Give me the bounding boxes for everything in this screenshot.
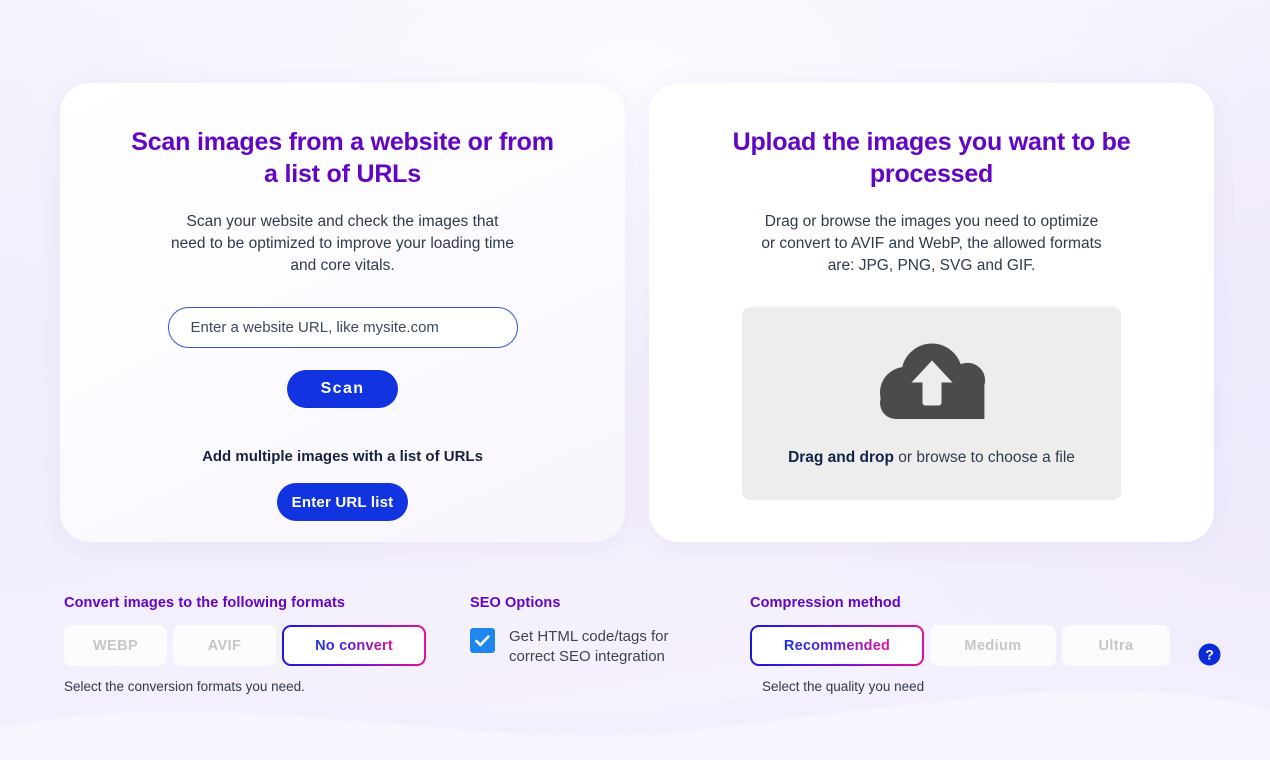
scan-card: Scan images from a website or from a lis… <box>60 83 625 542</box>
upload-card: Upload the images you want to be process… <box>649 83 1214 542</box>
compression-button-recommended-label: Recommended <box>783 637 891 654</box>
format-button-no-convert[interactable]: No convert <box>282 625 426 666</box>
seo-checkbox-label: Get HTML code/tags for correct SEO integ… <box>509 628 669 666</box>
help-circle-icon[interactable]: ? <box>1198 643 1221 666</box>
dropzone-text-rest: or browse to choose a file <box>893 449 1075 466</box>
check-icon <box>475 634 490 646</box>
dropzone-text: Drag and drop or browse to choose a file <box>788 449 1075 467</box>
compression-method-heading: Compression method <box>750 595 901 611</box>
svg-text:?: ? <box>1205 647 1214 663</box>
compression-button-recommended[interactable]: Recommended <box>750 625 924 666</box>
options-bar: Convert images to the following formats … <box>64 595 1226 694</box>
format-button-webp[interactable]: WEBP <box>64 625 167 666</box>
upload-card-title: Upload the images you want to be process… <box>732 128 1131 188</box>
compression-method-group: Compression method Recommended Medium Ul… <box>750 595 1226 694</box>
format-button-no-convert-label: No convert <box>315 637 393 654</box>
dropzone-text-bold: Drag and drop <box>788 449 894 466</box>
scan-button[interactable]: Scan <box>287 370 398 408</box>
page-root: Scan images from a website or from a lis… <box>0 0 1270 760</box>
seo-options-heading: SEO Options <box>470 595 561 611</box>
format-button-no-convert-inner: No convert <box>284 627 424 664</box>
compression-method-hint: Select the quality you need <box>762 679 925 694</box>
add-multiple-label: Add multiple images with a list of URLs <box>202 448 483 465</box>
convert-formats-buttons: WEBP AVIF No convert <box>64 625 470 666</box>
convert-formats-heading: Convert images to the following formats <box>64 595 346 611</box>
cloud-upload-icon <box>878 342 986 425</box>
cards-row: Scan images from a website or from a lis… <box>60 83 1214 542</box>
scan-card-description: Scan your website and check the images t… <box>171 213 514 274</box>
convert-formats-group: Convert images to the following formats … <box>64 595 470 694</box>
format-button-avif[interactable]: AVIF <box>173 625 276 666</box>
seo-checkbox-row[interactable]: Get HTML code/tags for correct SEO integ… <box>470 627 750 668</box>
scan-card-title: Scan images from a website or from a lis… <box>131 128 554 188</box>
upload-card-description: Drag or browse the images you need to op… <box>761 213 1102 274</box>
compression-method-buttons: Recommended Medium Ultra ? <box>750 625 1226 666</box>
file-dropzone[interactable]: Drag and drop or browse to choose a file <box>742 307 1121 500</box>
seo-checkbox[interactable] <box>470 628 495 653</box>
compression-button-recommended-inner: Recommended <box>752 627 922 664</box>
compression-button-ultra[interactable]: Ultra <box>1062 625 1170 666</box>
seo-options-group: SEO Options Get HTML code/tags for corre… <box>470 595 750 668</box>
convert-formats-hint: Select the conversion formats you need. <box>64 679 305 694</box>
website-url-input[interactable] <box>167 307 518 348</box>
enter-url-list-button[interactable]: Enter URL list <box>277 483 408 521</box>
compression-button-medium[interactable]: Medium <box>930 625 1056 666</box>
